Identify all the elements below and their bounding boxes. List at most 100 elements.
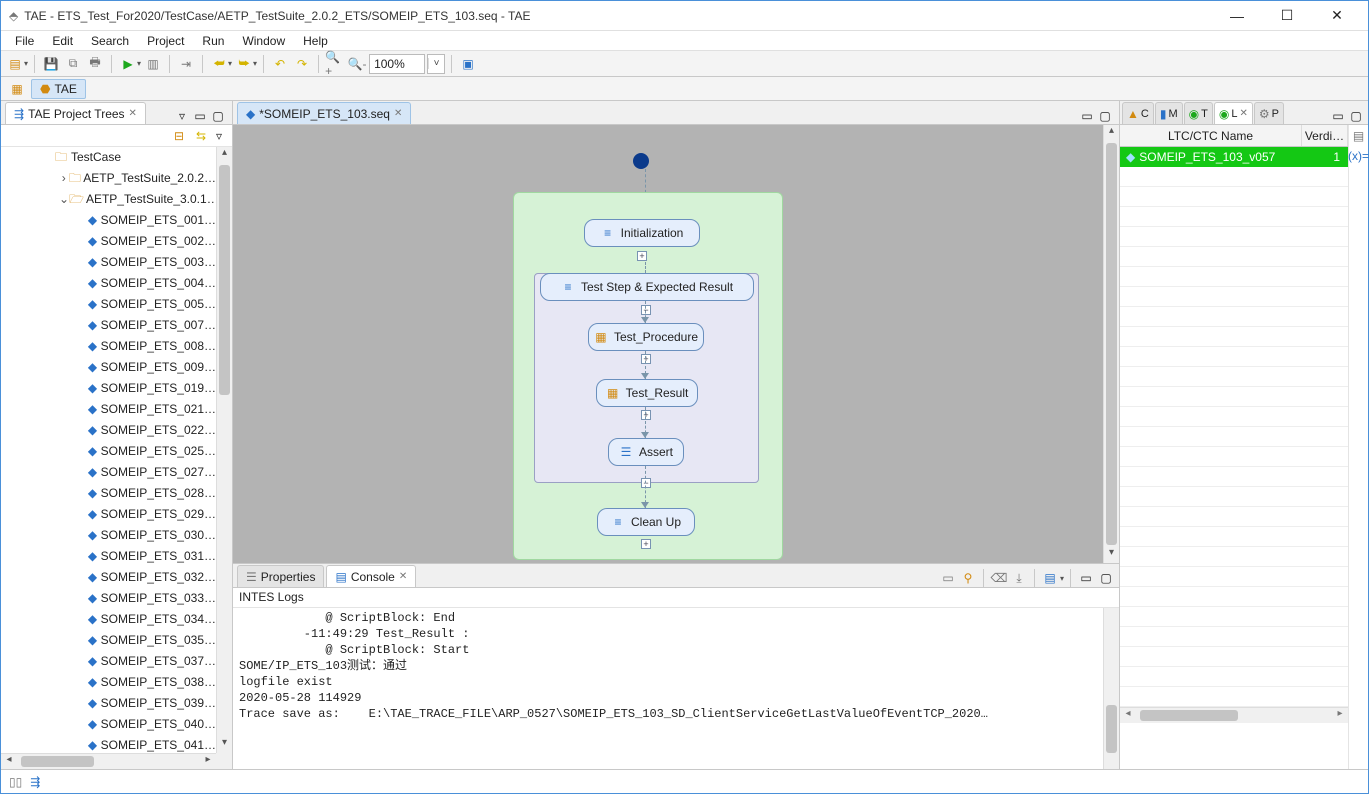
close-view-icon[interactable]: ✕ (399, 571, 407, 582)
node-test-step[interactable]: ≡ Test Step & Expected Result (540, 273, 754, 301)
tree-node-seq[interactable]: ◆SOMEIP_ETS_029… (1, 504, 216, 525)
zoom-in-button[interactable]: 🔍+ (325, 54, 345, 74)
open-perspective-button[interactable]: ▦ (7, 79, 27, 99)
tab-l[interactable]: ◉L✕ (1214, 102, 1253, 124)
console-pin-icon[interactable]: ⚲ (959, 569, 977, 587)
window-minimize-button[interactable]: — (1214, 2, 1260, 30)
tree-node-seq[interactable]: ◆SOMEIP_ETS_022… (1, 420, 216, 441)
console-action-icon[interactable]: ▭ (939, 569, 957, 587)
node-assert[interactable]: ☰ Assert (608, 438, 684, 466)
link-editor-icon[interactable]: ⇆ (192, 127, 210, 145)
tree-node-suite[interactable]: › 🗀 AETP_TestSuite_2.0.2… (1, 168, 216, 189)
tree-node-seq[interactable]: ◆SOMEIP_ETS_038… (1, 672, 216, 693)
redo-button[interactable]: ↷ (292, 54, 312, 74)
tree-node-seq[interactable]: ◆SOMEIP_ETS_032… (1, 567, 216, 588)
perspective-tae[interactable]: ⬣ TAE (31, 79, 86, 99)
expand-node-icon[interactable]: + (637, 251, 647, 261)
maximize-editor-icon[interactable]: ▢ (1097, 108, 1113, 124)
minimize-view-icon[interactable]: ▭ (192, 108, 208, 124)
node-test-result[interactable]: ▦ Test_Result (596, 379, 698, 407)
expand-node-icon[interactable]: + (641, 539, 651, 549)
tree-horizontal-scrollbar[interactable]: ◂▸ (1, 753, 216, 769)
zoom-out-button[interactable]: 🔍- (347, 54, 367, 74)
stop-button[interactable]: ▥ (143, 54, 163, 74)
print-button[interactable]: 🖶 (85, 54, 105, 74)
expand-node-icon[interactable]: + (641, 410, 651, 420)
copy-button[interactable]: ⧉ (63, 54, 83, 74)
minimize-view-icon[interactable]: ▭ (1077, 569, 1095, 587)
status-icon[interactable]: ▯▯ (9, 775, 22, 789)
save-button[interactable]: 💾 (41, 54, 61, 74)
snapshot-button[interactable]: ▣ (458, 54, 478, 74)
column-ltc-name[interactable]: LTC/CTC Name (1120, 125, 1302, 146)
console-open-icon[interactable]: ▤ (1041, 569, 1059, 587)
tree-node-seq[interactable]: ◆SOMEIP_ETS_033… (1, 588, 216, 609)
tree-node-seq[interactable]: ◆SOMEIP_ETS_019… (1, 378, 216, 399)
tree-node-seq[interactable]: ◆SOMEIP_ETS_001… (1, 210, 216, 231)
window-close-button[interactable]: ✕ (1314, 2, 1360, 30)
dropdown-icon[interactable]: ▾ (1060, 574, 1064, 583)
status-tree-icon[interactable]: ⇶ (30, 775, 40, 789)
forward-button[interactable]: ⮩▾ (234, 54, 257, 74)
tree-node-seq[interactable]: ◆SOMEIP_ETS_034… (1, 609, 216, 630)
tab-t[interactable]: ◉T (1184, 102, 1213, 124)
close-view-icon[interactable]: ✕ (1239, 108, 1247, 119)
export-button[interactable]: ⇥ (176, 54, 196, 74)
collapse-node-icon[interactable]: − (641, 305, 651, 315)
close-tab-icon[interactable]: ✕ (394, 108, 402, 119)
tree-node-seq[interactable]: ◆SOMEIP_ETS_004… (1, 273, 216, 294)
tree-node-seq[interactable]: ◆SOMEIP_ETS_009… (1, 357, 216, 378)
tree-node-seq[interactable]: ◆SOMEIP_ETS_028… (1, 483, 216, 504)
node-clean-up[interactable]: ≡ Clean Up (597, 508, 695, 536)
zoom-input[interactable]: 100% (369, 54, 425, 74)
maximize-view-icon[interactable]: ▢ (210, 108, 226, 124)
variables-icon[interactable]: (x)= (1348, 149, 1369, 163)
expand-node-icon[interactable]: + (641, 354, 651, 364)
console-clear-icon[interactable]: ⌫ (990, 569, 1008, 587)
table-row[interactable]: ◆SOMEIP_ETS_103_v057 1 (1120, 147, 1348, 167)
run-button[interactable]: ▶▾ (118, 54, 141, 74)
tab-m[interactable]: ▮M (1155, 102, 1183, 124)
tree-node-seq[interactable]: ◆SOMEIP_ETS_040… (1, 714, 216, 735)
tree-node-testcase[interactable]: 🗀 TestCase (1, 147, 216, 168)
tree-node-seq[interactable]: ◆SOMEIP_ETS_035… (1, 630, 216, 651)
column-verdict[interactable]: Verdi… (1302, 125, 1348, 146)
node-initialization[interactable]: ≡ Initialization (584, 219, 700, 247)
menu-file[interactable]: File (7, 32, 42, 50)
editor-tab[interactable]: ◆ *SOMEIP_ETS_103.seq ✕ (237, 102, 411, 124)
outline-icon[interactable]: ▤ (1353, 129, 1364, 143)
maximize-view-icon[interactable]: ▢ (1348, 108, 1364, 124)
results-horizontal-scrollbar[interactable]: ◂▸ (1120, 707, 1348, 723)
tree-node-seq[interactable]: ◆SOMEIP_ETS_030… (1, 525, 216, 546)
tree-node-seq[interactable]: ◆SOMEIP_ETS_007… (1, 315, 216, 336)
menu-window[interactable]: Window (234, 32, 293, 50)
tree-node-seq[interactable]: ◆SOMEIP_ETS_002… (1, 231, 216, 252)
tree-vertical-scrollbar[interactable]: ▴▾ (216, 147, 232, 753)
tree-view-menu-icon[interactable]: ▿ (210, 127, 228, 145)
menu-help[interactable]: Help (295, 32, 336, 50)
tree-node-seq[interactable]: ◆SOMEIP_ETS_037… (1, 651, 216, 672)
minimize-view-icon[interactable]: ▭ (1330, 108, 1346, 124)
tree-node-seq[interactable]: ◆SOMEIP_ETS_031… (1, 546, 216, 567)
tab-p[interactable]: ⚙P (1254, 102, 1284, 124)
view-menu-icon[interactable]: ▿ (174, 108, 190, 124)
tree-node-seq[interactable]: ◆SOMEIP_ETS_003… (1, 252, 216, 273)
flowchart-canvas[interactable]: ≡ Initialization + ≡ Test Step & Expecte… (233, 125, 1103, 563)
start-node[interactable] (633, 153, 649, 169)
new-button[interactable]: ▤▾ (5, 54, 28, 74)
tree-node-seq[interactable]: ◆SOMEIP_ETS_039… (1, 693, 216, 714)
tree-node-seq[interactable]: ◆SOMEIP_ETS_027… (1, 462, 216, 483)
console-scrolllock-icon[interactable]: ⤓ (1010, 569, 1028, 587)
tree-node-seq[interactable]: ◆SOMEIP_ETS_008… (1, 336, 216, 357)
console-vertical-scrollbar[interactable] (1103, 608, 1119, 769)
tab-project-trees[interactable]: ⇶ TAE Project Trees ✕ (5, 102, 146, 124)
collapse-all-icon[interactable]: ⊟ (170, 127, 188, 145)
back-button[interactable]: ⮨▾ (209, 54, 232, 74)
console-output[interactable]: @ ScriptBlock: End -11:49:29 Test_Result… (233, 608, 1119, 769)
close-view-icon[interactable]: ✕ (129, 108, 137, 119)
menu-project[interactable]: Project (139, 32, 192, 50)
tree-node-seq[interactable]: ◆SOMEIP_ETS_041… (1, 735, 216, 753)
tree-node-seq[interactable]: ◆SOMEIP_ETS_005… (1, 294, 216, 315)
minimize-editor-icon[interactable]: ▭ (1079, 108, 1095, 124)
tab-properties[interactable]: ☰ Properties (237, 565, 324, 587)
